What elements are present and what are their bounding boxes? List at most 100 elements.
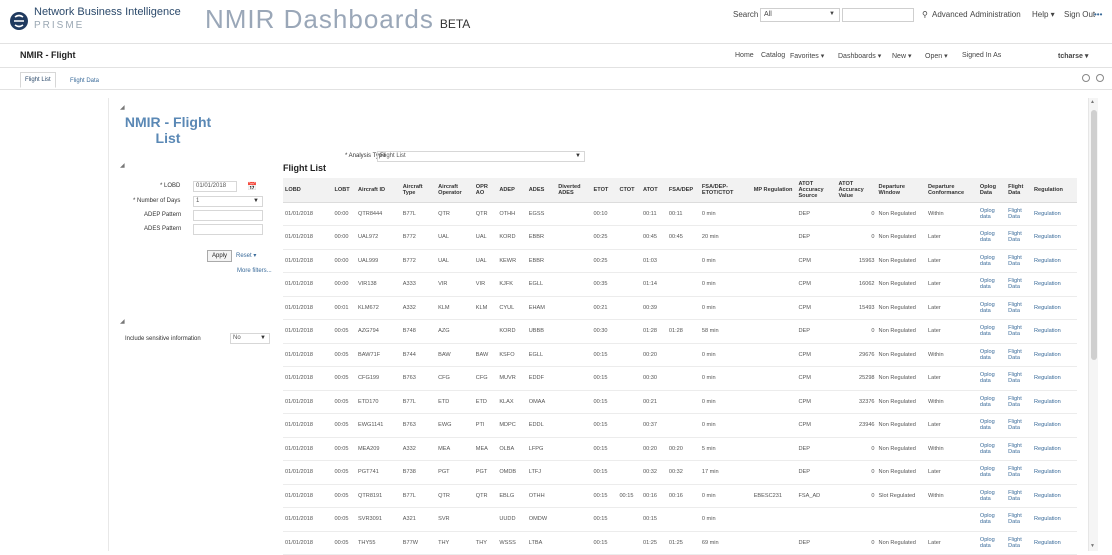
tab-flight-data[interactable]: Flight Data xyxy=(66,74,103,88)
table-cell[interactable]: Oplog data xyxy=(977,366,1007,391)
nav-home[interactable]: Home xyxy=(735,52,754,59)
more-icon[interactable]: ••• xyxy=(1094,10,1102,19)
column-header[interactable]: Departure Conformance xyxy=(926,178,978,203)
table-cell[interactable]: Regulation xyxy=(1032,390,1077,414)
table-cell[interactable]: Flight Data xyxy=(1006,296,1033,320)
table-cell[interactable]: Flight Data xyxy=(1006,249,1033,273)
page-options-icon[interactable] xyxy=(1096,74,1104,82)
apply-button[interactable]: Apply xyxy=(207,250,233,262)
nav-favorites[interactable]: Favorites ▾ xyxy=(790,52,824,60)
settings-icon[interactable] xyxy=(1082,74,1090,82)
table-cell[interactable]: Flight Data xyxy=(1006,225,1033,250)
table-cell[interactable]: Oplog data xyxy=(977,390,1007,414)
table-cell[interactable]: Flight Data xyxy=(1006,484,1033,508)
table-cell[interactable]: Oplog data xyxy=(977,484,1007,508)
ades-pattern-input[interactable] xyxy=(193,224,263,235)
column-header[interactable]: Regulation xyxy=(1032,178,1077,203)
adep-pattern-input[interactable] xyxy=(193,210,263,221)
table-cell[interactable]: Flight Data xyxy=(1006,319,1033,344)
table-cell[interactable]: Flight Data xyxy=(1006,366,1033,391)
search-scope-select[interactable]: All ▼ xyxy=(760,8,840,22)
column-header[interactable]: Aircraft Operator xyxy=(436,178,474,203)
column-header[interactable]: Aircraft ID xyxy=(356,178,401,203)
table-cell[interactable]: Flight Data xyxy=(1006,343,1033,367)
table-cell[interactable]: Oplog data xyxy=(977,437,1007,461)
collapse-prompts-icon[interactable]: ◢ xyxy=(120,162,125,169)
sign-out-link[interactable]: Sign Out xyxy=(1064,10,1095,19)
column-header[interactable]: LOBT xyxy=(332,178,357,203)
column-header[interactable]: FSA/DEP- ETOT/CTOT xyxy=(699,178,752,203)
collapse-sensitive-icon[interactable]: ◢ xyxy=(120,318,125,325)
table-cell[interactable]: Flight Data xyxy=(1006,507,1033,532)
vertical-scrollbar[interactable]: ▲ ▼ xyxy=(1088,98,1098,551)
table-cell[interactable]: Regulation xyxy=(1032,202,1077,226)
more-filters-link[interactable]: More filters... xyxy=(237,268,272,274)
table-cell[interactable]: Flight Data xyxy=(1006,272,1033,297)
column-header[interactable]: Aircraft Type xyxy=(400,178,437,203)
table-cell[interactable]: Flight Data xyxy=(1006,202,1033,226)
table-cell[interactable]: Regulation xyxy=(1032,437,1077,461)
scroll-up-icon[interactable]: ▲ xyxy=(1090,99,1095,105)
table-cell[interactable]: Regulation xyxy=(1032,343,1077,367)
scroll-down-icon[interactable]: ▼ xyxy=(1090,543,1095,549)
nav-open[interactable]: Open ▾ xyxy=(925,52,948,60)
lobd-input[interactable]: 01/01/2018 xyxy=(193,181,237,192)
column-header[interactable]: ATOT xyxy=(640,178,667,203)
column-header[interactable]: ATOT Accuracy Value xyxy=(836,178,877,203)
table-cell[interactable]: Oplog data xyxy=(977,249,1007,273)
tab-flight-list[interactable]: Flight List xyxy=(20,72,56,88)
table-cell[interactable]: Regulation xyxy=(1032,484,1077,508)
column-header[interactable]: MP Regulation xyxy=(751,178,797,203)
table-cell[interactable]: Oplog data xyxy=(977,225,1007,250)
calendar-icon[interactable]: 📅 xyxy=(247,182,257,191)
table-cell[interactable]: Regulation xyxy=(1032,249,1077,273)
column-header[interactable]: Oplog Data xyxy=(977,178,1007,203)
sensitive-info-select[interactable]: No ▼ xyxy=(230,333,270,344)
number-of-days-select[interactable]: 1 ▼ xyxy=(193,196,263,207)
column-header[interactable]: ADEP xyxy=(497,178,527,203)
table-cell[interactable]: Oplog data xyxy=(977,296,1007,320)
table-cell[interactable]: Regulation xyxy=(1032,225,1077,250)
table-cell[interactable]: Regulation xyxy=(1032,319,1077,344)
search-input[interactable] xyxy=(842,8,914,22)
table-cell[interactable]: Regulation xyxy=(1032,366,1077,391)
table-cell[interactable]: Oplog data xyxy=(977,507,1007,532)
column-header[interactable]: LOBD xyxy=(283,178,333,203)
table-cell[interactable]: Flight Data xyxy=(1006,413,1033,438)
column-header[interactable]: Flight Data xyxy=(1006,178,1033,203)
nav-new[interactable]: New ▾ xyxy=(892,52,911,60)
table-cell[interactable]: Regulation xyxy=(1032,272,1077,297)
column-header[interactable]: OPR AO xyxy=(473,178,498,203)
user-menu[interactable]: tcharse ▾ xyxy=(1058,52,1088,60)
nav-catalog[interactable]: Catalog xyxy=(761,52,785,59)
table-cell[interactable]: Regulation xyxy=(1032,413,1077,438)
table-cell[interactable]: Oplog data xyxy=(977,319,1007,344)
analysis-type-select[interactable]: Flight List ▼ xyxy=(377,151,585,162)
column-header[interactable]: CTOT xyxy=(617,178,641,203)
table-cell[interactable]: Flight Data xyxy=(1006,390,1033,414)
scroll-thumb[interactable] xyxy=(1091,110,1097,360)
help-menu[interactable]: Help ▾ xyxy=(1032,10,1055,19)
column-header[interactable]: ETOT xyxy=(591,178,618,203)
column-header[interactable]: ADES xyxy=(526,178,557,203)
table-cell[interactable]: Oplog data xyxy=(977,272,1007,297)
column-header[interactable]: ATOT Accuracy Source xyxy=(796,178,837,203)
table-cell[interactable]: Oplog data xyxy=(977,202,1007,226)
column-header[interactable]: FSA/DEP xyxy=(666,178,700,203)
table-cell[interactable]: Flight Data xyxy=(1006,460,1033,485)
column-header[interactable]: Diverted ADES xyxy=(556,178,592,203)
table-cell[interactable]: Regulation xyxy=(1032,296,1077,320)
table-cell[interactable]: Flight Data xyxy=(1006,437,1033,461)
table-cell[interactable]: Oplog data xyxy=(977,460,1007,485)
column-header[interactable]: Departure Window xyxy=(876,178,927,203)
advanced-link[interactable]: Advanced xyxy=(932,10,968,19)
administration-link[interactable]: Administration xyxy=(970,10,1021,19)
reset-button[interactable]: Reset ▾ xyxy=(232,250,260,262)
table-cell[interactable]: Regulation xyxy=(1032,507,1077,532)
collapse-title-icon[interactable]: ◢ xyxy=(120,104,125,111)
nav-dashboards[interactable]: Dashboards ▾ xyxy=(838,52,881,60)
search-icon[interactable]: ⚲ xyxy=(922,10,928,19)
table-cell[interactable]: Oplog data xyxy=(977,343,1007,367)
table-cell[interactable]: Oplog data xyxy=(977,413,1007,438)
table-cell[interactable]: Regulation xyxy=(1032,460,1077,485)
